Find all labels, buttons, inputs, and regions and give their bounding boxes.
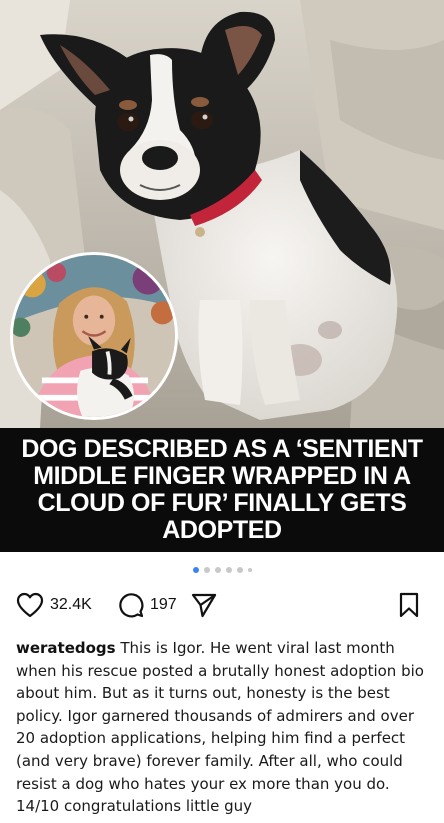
headline-banner: DOG DESCRIBED AS A ‘SENTIENT MIDDLE FING…: [0, 428, 444, 552]
instagram-post: DOG DESCRIBED AS A ‘SENTIENT MIDDLE FING…: [0, 0, 444, 823]
caption-text: This is Igor. He went viral last month w…: [16, 639, 424, 816]
post-media[interactable]: DOG DESCRIBED AS A ‘SENTIENT MIDDLE FING…: [0, 0, 444, 552]
bookmark-outline-icon: [399, 592, 419, 618]
like-count: 32.4K: [50, 596, 92, 613]
post-action-bar: 32.4K 197: [0, 588, 444, 622]
carousel-dot: [247, 568, 252, 572]
speech-bubble-icon: [119, 593, 144, 618]
comment-count: 197: [150, 596, 177, 613]
save-button[interactable]: [398, 588, 420, 622]
caption-username[interactable]: weratedogs: [16, 639, 116, 657]
carousel-dot: [236, 567, 243, 573]
carousel-dot: [225, 567, 232, 573]
headline-text: DOG DESCRIBED AS A ‘SENTIENT MIDDLE FING…: [21, 435, 423, 544]
comment-button[interactable]: 197: [118, 588, 177, 622]
heart-outline-icon: [16, 592, 44, 618]
like-button[interactable]: 32.4K: [16, 588, 92, 622]
carousel-indicator: [0, 567, 444, 573]
paper-plane-icon: [191, 593, 217, 618]
carousel-dot: [203, 567, 210, 573]
share-button[interactable]: [190, 588, 218, 622]
post-caption: weratedogs This is Igor. He went viral l…: [16, 637, 432, 818]
carousel-dot: [214, 567, 221, 573]
carousel-dot-active: [192, 567, 199, 573]
adopter-inset-photo: [10, 252, 178, 420]
